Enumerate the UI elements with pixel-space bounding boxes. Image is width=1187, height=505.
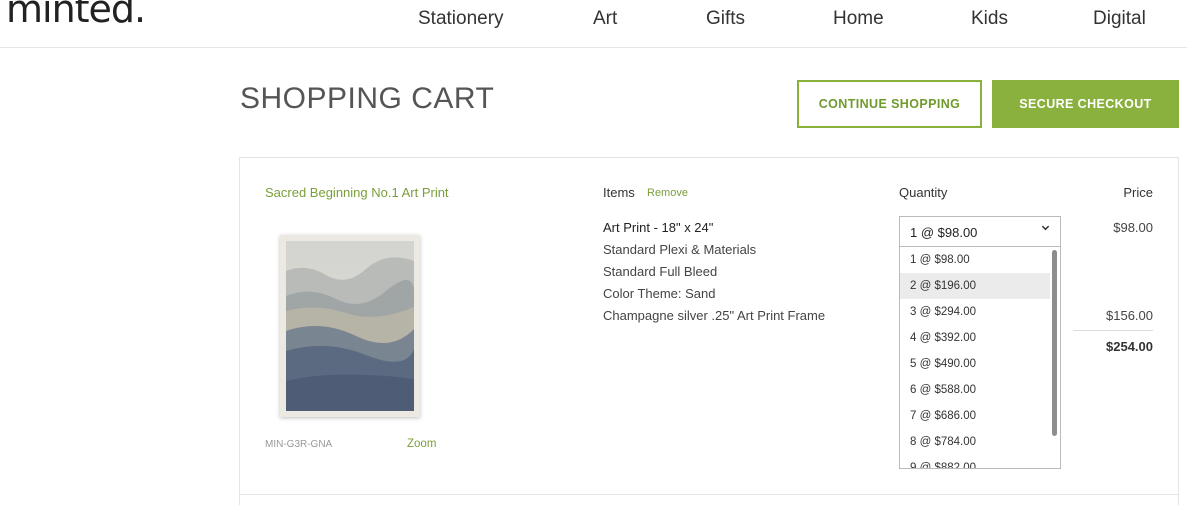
product-thumbnail[interactable] bbox=[280, 235, 420, 417]
nav-item-stationery[interactable]: Stationery bbox=[418, 8, 504, 30]
nav-item-digital[interactable]: Digital bbox=[1093, 8, 1146, 30]
item-detail-color-theme: Color Theme: Sand bbox=[603, 286, 716, 301]
product-sku: MIN-G3R-GNA bbox=[265, 439, 333, 450]
continue-shopping-button[interactable]: CONTINUE SHOPPING bbox=[797, 80, 982, 128]
frame-price: $156.00 bbox=[1106, 308, 1153, 323]
nav-item-kids[interactable]: Kids bbox=[971, 8, 1008, 30]
item-total-price: $254.00 bbox=[1106, 339, 1153, 354]
minted-logo[interactable]: minted. bbox=[6, 0, 146, 31]
quantity-option-8[interactable]: 8 @ $784.00 bbox=[900, 429, 1050, 455]
zoom-link[interactable]: Zoom bbox=[407, 438, 436, 450]
item-detail-frame: Champagne silver .25" Art Print Frame bbox=[603, 308, 826, 323]
item-price: $98.00 bbox=[1113, 220, 1153, 235]
nav-item-art[interactable]: Art bbox=[593, 8, 617, 30]
nav-item-home[interactable]: Home bbox=[833, 8, 884, 30]
quantity-dropdown-list[interactable]: 1 @ $98.00 2 @ $196.00 3 @ $294.00 4 @ $… bbox=[899, 246, 1061, 469]
quantity-column-header: Quantity bbox=[899, 185, 948, 200]
nav-item-gifts[interactable]: Gifts bbox=[706, 8, 745, 30]
top-navigation: minted. Stationery Art Gifts Home Kids D… bbox=[0, 0, 1187, 48]
item-detail-size: Art Print - 18" x 24" bbox=[603, 220, 714, 235]
product-title-link[interactable]: Sacred Beginning No.1 Art Print bbox=[265, 185, 449, 200]
art-print-image bbox=[286, 241, 414, 411]
price-divider bbox=[1073, 330, 1153, 331]
cart-divider bbox=[239, 494, 1179, 495]
chevron-down-icon bbox=[1041, 223, 1050, 235]
item-detail-bleed: Standard Full Bleed bbox=[603, 264, 718, 279]
quantity-option-5[interactable]: 5 @ $490.00 bbox=[900, 351, 1050, 377]
page-title: SHOPPING CART bbox=[240, 82, 495, 115]
remove-item-link[interactable]: Remove bbox=[647, 187, 688, 199]
quantity-option-3[interactable]: 3 @ $294.00 bbox=[900, 299, 1050, 325]
quantity-option-2[interactable]: 2 @ $196.00 bbox=[900, 273, 1050, 299]
quantity-option-1[interactable]: 1 @ $98.00 bbox=[900, 247, 1050, 273]
dropdown-scrollbar[interactable] bbox=[1052, 250, 1057, 436]
price-column-header: Price bbox=[1123, 185, 1153, 200]
quantity-option-6[interactable]: 6 @ $588.00 bbox=[900, 377, 1050, 403]
quantity-select[interactable]: 1 @ $98.00 bbox=[899, 216, 1061, 247]
secure-checkout-button[interactable]: SECURE CHECKOUT bbox=[992, 80, 1179, 128]
quantity-option-9[interactable]: 9 @ $882.00 bbox=[900, 455, 1050, 468]
quantity-option-7[interactable]: 7 @ $686.00 bbox=[900, 403, 1050, 429]
quantity-option-4[interactable]: 4 @ $392.00 bbox=[900, 325, 1050, 351]
quantity-select-value: 1 @ $98.00 bbox=[910, 225, 978, 240]
items-column-header: Items bbox=[603, 185, 635, 200]
item-detail-materials: Standard Plexi & Materials bbox=[603, 242, 757, 257]
